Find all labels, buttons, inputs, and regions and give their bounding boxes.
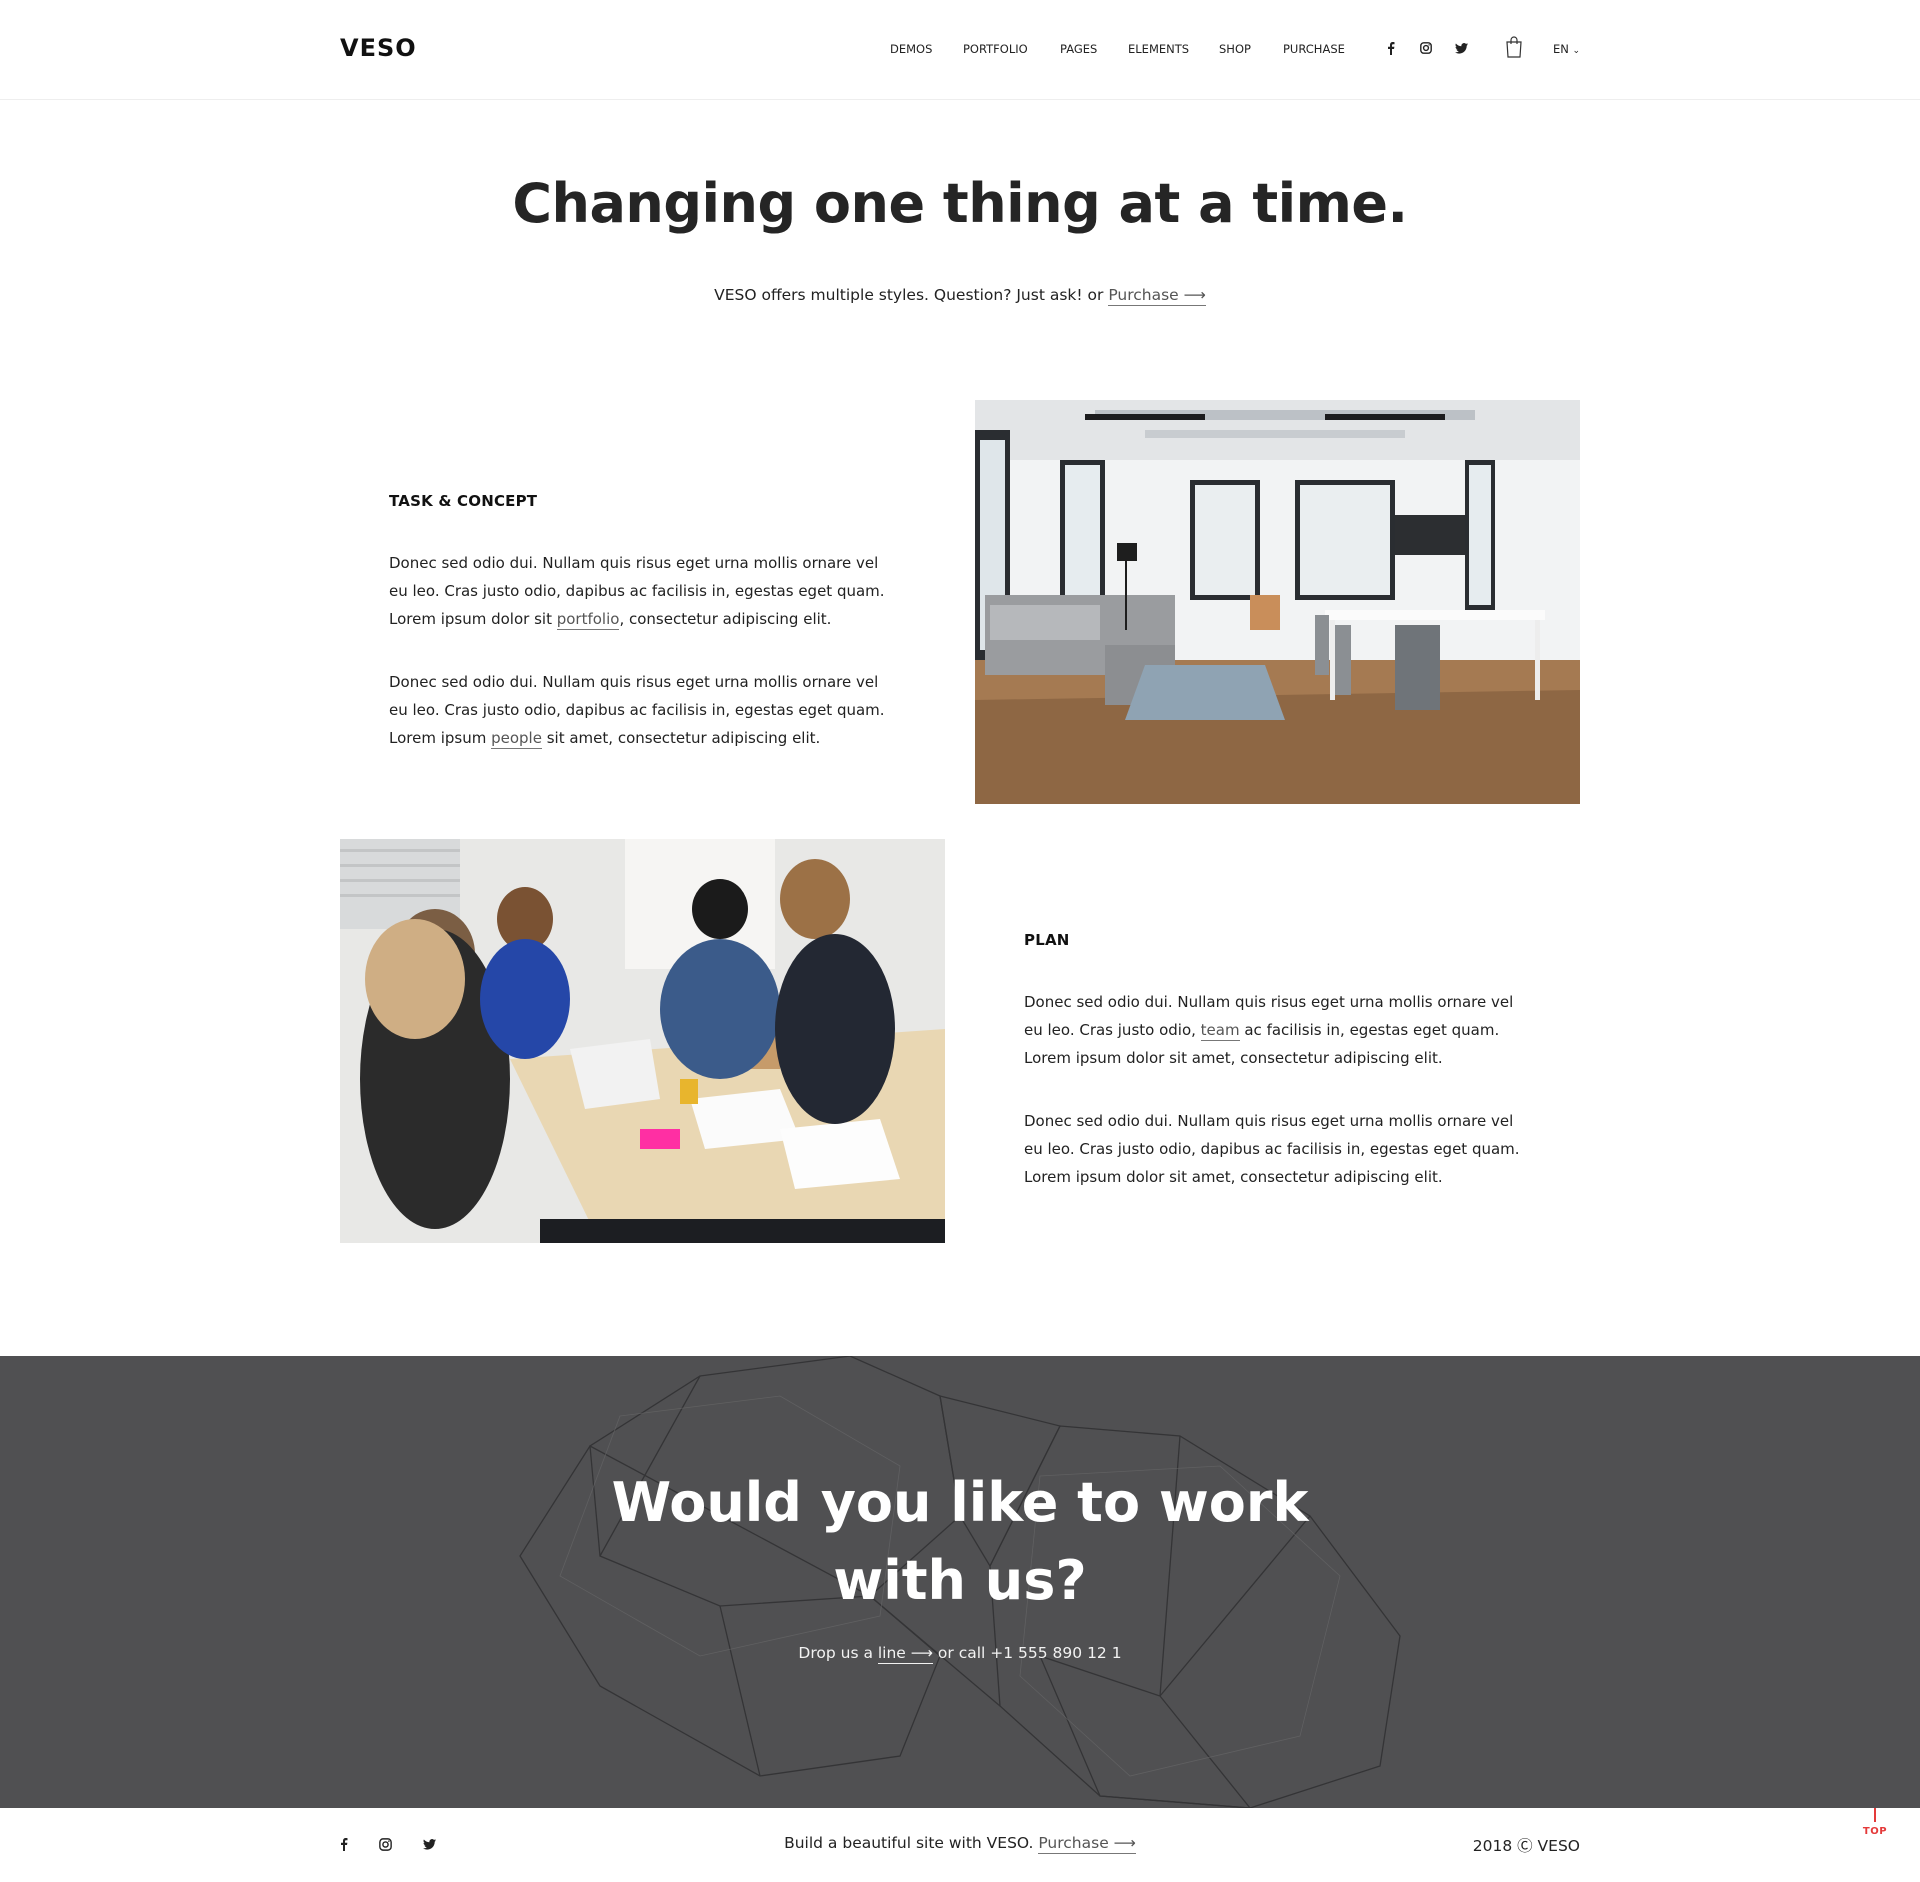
paragraph-text: sit amet, consectetur adipiscing elit.: [541, 729, 821, 747]
nav-elements[interactable]: ELEMENTS: [1128, 42, 1189, 56]
logo[interactable]: VESO: [340, 34, 417, 62]
section-title-plan: PLAN: [1024, 931, 1070, 949]
cta-section: Would you like to work with us? Drop us …: [0, 1356, 1920, 1808]
language-label: EN: [1553, 42, 1569, 56]
cta-title: Would you like to work with us?: [611, 1471, 1309, 1612]
office-interior-image: [975, 400, 1580, 804]
page-title: Changing one thing at a time.: [512, 172, 1408, 235]
people-link[interactable]: people: [491, 729, 542, 749]
chevron-down-icon: ⌄: [1572, 46, 1581, 56]
paragraph-text: , consectetur adipiscing elit.: [619, 610, 832, 628]
section2-paragraph-2: Donec sed odio dui. Nullam quis risus eg…: [1024, 1112, 1520, 1186]
portfolio-link[interactable]: portfolio: [556, 610, 620, 630]
instagram-icon[interactable]: [1418, 40, 1434, 56]
copyright: 2018 Ⓒ VESO: [1472, 1837, 1580, 1855]
cta-subtitle: Drop us a line ⟶ or call +1 555 890 12 1: [0, 1644, 1920, 1664]
nav-purchase[interactable]: PURCHASE: [1283, 42, 1345, 56]
section1-paragraph-1: Donec sed odio dui. Nullam quis risus eg…: [389, 549, 889, 633]
nav-portfolio[interactable]: PORTFOLIO: [963, 42, 1028, 56]
hero-subtitle-text: VESO offers multiple styles. Question? J…: [714, 286, 1109, 304]
section-title-task-concept: TASK & CONCEPT: [389, 492, 538, 510]
cta-text: Drop us a: [798, 1644, 878, 1662]
facebook-icon[interactable]: [1383, 40, 1399, 56]
team-meeting-image: [340, 839, 945, 1243]
nav-demos[interactable]: DEMOS: [890, 42, 932, 56]
top-label: TOP: [1862, 1826, 1888, 1837]
contact-line-link[interactable]: line ⟶: [877, 1644, 933, 1664]
footer-text: Build a beautiful site with VESO.: [784, 1834, 1039, 1852]
shopping-bag-icon[interactable]: [1504, 36, 1524, 58]
top-indicator-line: [1874, 1808, 1876, 1822]
site-footer: Build a beautiful site with VESO. Purcha…: [0, 1808, 1920, 1882]
hero-purchase-link[interactable]: Purchase ⟶: [1108, 286, 1206, 306]
language-selector[interactable]: EN ⌄: [1553, 42, 1580, 56]
nav-pages[interactable]: PAGES: [1060, 42, 1097, 56]
team-link[interactable]: team: [1200, 1021, 1240, 1041]
footer-tagline: Build a beautiful site with VESO. Purcha…: [0, 1834, 1920, 1854]
section2-paragraph-1: Donec sed odio dui. Nullam quis risus eg…: [1024, 988, 1524, 1072]
footer-purchase-link[interactable]: Purchase ⟶: [1038, 1834, 1136, 1854]
back-to-top-button[interactable]: TOP: [1862, 1808, 1888, 1837]
hero-subtitle: VESO offers multiple styles. Question? J…: [0, 286, 1920, 306]
twitter-icon[interactable]: [1453, 40, 1469, 56]
nav-shop[interactable]: SHOP: [1219, 42, 1251, 56]
site-header: VESO DEMOS PORTFOLIO PAGES ELEMENTS SHOP…: [0, 0, 1920, 100]
section1-paragraph-2: Donec sed odio dui. Nullam quis risus eg…: [389, 668, 889, 752]
cta-phone-text: or call +1 555 890 12 1: [933, 1644, 1122, 1662]
